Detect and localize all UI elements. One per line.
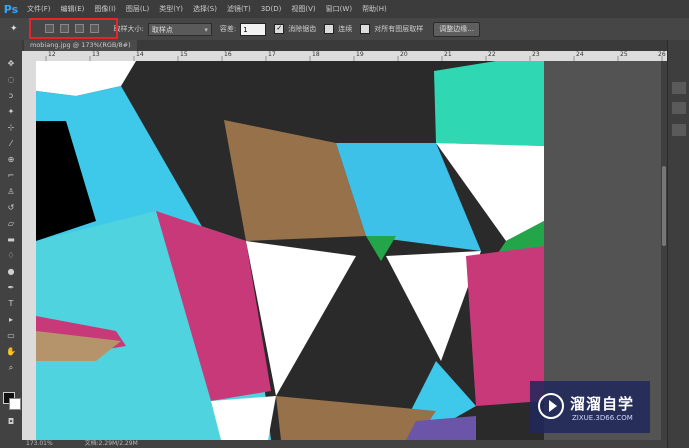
add-to-selection-icon[interactable] <box>60 24 69 33</box>
panel-icon[interactable] <box>672 102 686 114</box>
magic-wand-icon[interactable]: ✦ <box>10 24 18 34</box>
eraser-tool-icon[interactable]: ▱ <box>5 218 17 229</box>
panel-icon[interactable] <box>672 124 686 136</box>
move-tool-icon[interactable]: ✥ <box>5 58 17 69</box>
tolerance-label: 容差: <box>219 25 237 33</box>
watermark-title: 溜溜自学 <box>570 394 635 413</box>
contiguous-label: 连续 <box>338 25 353 33</box>
photoshop-logo: Ps <box>3 2 19 16</box>
stamp-tool-icon[interactable]: ♙ <box>5 186 17 197</box>
antialias-label: 消除锯齿 <box>288 25 317 33</box>
ruler-ticks <box>45 56 663 61</box>
background-color-swatch[interactable] <box>9 398 21 410</box>
sample-all-layers-label: 对所有图层取样 <box>374 25 424 33</box>
document-tab-bar: mobiang.jpg @ 173%(RGB/8#) <box>22 40 667 51</box>
sample-size-select[interactable]: 取样点 <box>147 22 212 37</box>
history-brush-icon[interactable]: ↺ <box>5 202 17 213</box>
ruler-label: 14 <box>136 51 144 58</box>
horizontal-ruler: 12 13 14 15 16 17 18 19 20 21 22 23 24 2… <box>36 51 667 61</box>
ruler-label: 20 <box>400 51 408 58</box>
pen-tool-icon[interactable]: ✒ <box>5 282 17 293</box>
menu-window[interactable]: 窗口(W) <box>321 4 357 14</box>
ruler-label: 22 <box>488 51 496 58</box>
ruler-label: 12 <box>48 51 56 58</box>
document-canvas[interactable]: 溜溜自学 ZIXUE.3D66.COM <box>36 61 667 440</box>
scrollbar-thumb[interactable] <box>662 166 666 246</box>
ruler-label: 21 <box>444 51 452 58</box>
menu-select[interactable]: 选择(S) <box>188 4 222 14</box>
ruler-label: 15 <box>180 51 188 58</box>
new-selection-icon[interactable] <box>45 24 54 33</box>
contiguous-checkbox[interactable] <box>324 24 335 34</box>
status-bar: 173.01% 文档:2.29M/2.29M <box>22 440 667 448</box>
ruler-label: 23 <box>532 51 540 58</box>
tolerance-input[interactable]: 1 <box>240 22 267 36</box>
menu-filter[interactable]: 滤镜(T) <box>222 4 256 14</box>
menu-file[interactable]: 文件(F) <box>22 4 56 14</box>
type-tool-icon[interactable]: T <box>5 298 17 309</box>
menu-image[interactable]: 图像(I) <box>89 4 121 14</box>
menu-type[interactable]: 类型(Y) <box>154 4 188 14</box>
quick-mask-icon[interactable]: ◘ <box>5 416 17 427</box>
hand-tool-icon[interactable]: ✋ <box>5 346 17 357</box>
watermark-subtitle: ZIXUE.3D66.COM <box>572 413 633 422</box>
right-panel-dock <box>667 40 689 448</box>
ruler-label: 26 <box>658 51 666 58</box>
eyedropper-tool-icon[interactable]: ⁄ <box>5 138 17 149</box>
zoom-tool-icon[interactable]: ⌕ <box>5 362 17 373</box>
gradient-tool-icon[interactable]: ▬ <box>5 234 17 245</box>
panel-icon[interactable] <box>672 82 686 94</box>
ruler-label: 13 <box>92 51 100 58</box>
menu-help[interactable]: 帮助(H) <box>357 4 392 14</box>
brush-tool-icon[interactable]: ⌐ <box>5 170 17 181</box>
document-tab[interactable]: mobiang.jpg @ 173%(RGB/8#) <box>24 40 137 51</box>
lasso-tool-icon[interactable]: ↄ <box>5 90 17 101</box>
path-select-tool-icon[interactable]: ▸ <box>5 314 17 325</box>
ruler-label: 17 <box>268 51 276 58</box>
zoom-level[interactable]: 173.01% <box>26 440 53 447</box>
shape-tool-icon[interactable]: ▭ <box>5 330 17 341</box>
watermark-logo: 溜溜自学 ZIXUE.3D66.COM <box>530 381 650 433</box>
subtract-from-selection-icon[interactable] <box>75 24 84 33</box>
doc-info: 文档:2.29M/2.29M <box>84 440 138 447</box>
magic-wand-tool-icon[interactable]: ✦ <box>5 106 17 117</box>
ruler-label: 24 <box>576 51 584 58</box>
ruler-label: 18 <box>312 51 320 58</box>
blur-tool-icon[interactable]: ♢ <box>5 250 17 261</box>
antialias-checkbox[interactable]: ✓ <box>274 24 285 34</box>
ruler-label: 16 <box>224 51 232 58</box>
ruler-label: 25 <box>620 51 628 58</box>
menu-view[interactable]: 视图(V) <box>286 4 320 14</box>
crop-tool-icon[interactable]: ⊹ <box>5 122 17 133</box>
menu-3d[interactable]: 3D(D) <box>256 5 287 13</box>
menu-layer[interactable]: 图层(L) <box>121 4 154 14</box>
play-icon <box>538 393 564 419</box>
sample-all-layers-checkbox[interactable] <box>360 24 371 34</box>
ruler-label: 19 <box>356 51 364 58</box>
intersect-selection-icon[interactable] <box>90 24 99 33</box>
selection-mode-highlight <box>29 18 118 39</box>
vertical-ruler <box>22 51 36 440</box>
sample-size-label: 取样大小: <box>113 25 144 33</box>
healing-tool-icon[interactable]: ⊕ <box>5 154 17 165</box>
menu-edit[interactable]: 编辑(E) <box>56 4 90 14</box>
tools-panel: ✥ ◌ ↄ ✦ ⊹ ⁄ ⊕ ⌐ ♙ ↺ ▱ ▬ ♢ ● ✒ T ▸ ▭ ✋ ⌕ … <box>0 40 23 448</box>
marquee-tool-icon[interactable]: ◌ <box>5 74 17 85</box>
dodge-tool-icon[interactable]: ● <box>5 266 17 277</box>
menu-bar: Ps 文件(F) 编辑(E) 图像(I) 图层(L) 类型(Y) 选择(S) 滤… <box>0 0 689 18</box>
refine-edge-button[interactable]: 调整边缘... <box>433 21 480 37</box>
